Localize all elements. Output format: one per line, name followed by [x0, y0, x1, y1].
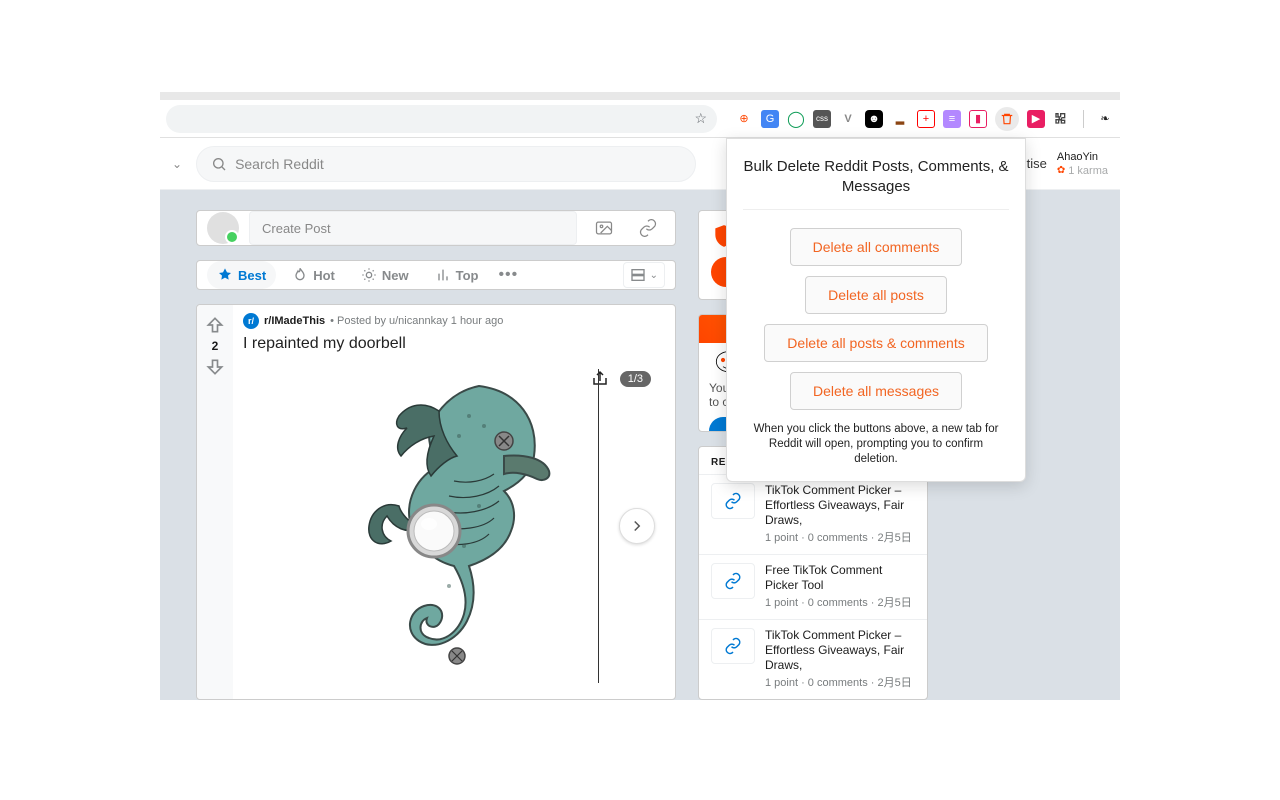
link-post-icon[interactable] [631, 211, 665, 245]
recent-stats: 1 point · 0 comments · 2月5日 [765, 596, 915, 611]
view-mode-toggle[interactable]: ⌄ [623, 262, 665, 288]
user-menu[interactable]: AhaoYin ✿ 1 karma [1057, 150, 1108, 178]
recent-stats: 1 point · 0 comments · 2月5日 [765, 676, 915, 691]
ext-icon-6[interactable]: ☻ [865, 110, 883, 128]
sun-icon [361, 267, 377, 283]
recent-stats: 1 point · 0 comments · 2月5日 [765, 531, 915, 546]
user-karma: 1 karma [1068, 164, 1108, 178]
post-title[interactable]: I repainted my doorbell [243, 335, 665, 353]
chevron-down-icon: ⌄ [650, 270, 658, 281]
user-name: AhaoYin [1057, 150, 1108, 164]
feed-column: Create Post Best Hot [196, 210, 676, 700]
karma-icon: ✿ [1057, 164, 1065, 178]
ext-icon-3[interactable]: ◯ [787, 110, 805, 128]
downvote-icon[interactable] [205, 357, 225, 377]
vote-count: 2 [212, 339, 219, 353]
create-post-bar: Create Post [196, 210, 676, 246]
ext-icon-4[interactable]: css [813, 110, 831, 128]
ext-icon-10[interactable]: ▮ [969, 110, 987, 128]
sort-label: Top [456, 268, 479, 283]
extension-icons-row: ⊕ G ◯ css V ☻ ▂ + ≡ ▮ ▶ ❧ [735, 107, 1114, 131]
url-bar[interactable]: ☆ [166, 105, 717, 133]
upvote-icon[interactable] [205, 315, 225, 335]
sort-top[interactable]: Top [425, 261, 489, 289]
sort-bar: Best Hot New Top ••• ⌄ [196, 260, 676, 290]
create-post-input[interactable]: Create Post [249, 211, 577, 245]
search-placeholder: Search Reddit [235, 156, 324, 172]
ext-icon-2[interactable]: G [761, 110, 779, 128]
browser-tab-strip [160, 92, 1120, 100]
recent-item[interactable]: TikTok Comment Picker – Effortless Givea… [699, 619, 927, 699]
community-dropdown-chevron-icon[interactable]: ⌄ [172, 157, 182, 171]
post-image-content [339, 366, 569, 686]
post-byline: • Posted by u/nicannkay 1 hour ago [330, 315, 503, 327]
delete-all-posts-comments-button[interactable]: Delete all posts & comments [764, 324, 987, 362]
image-divider [598, 369, 599, 683]
recent-item[interactable]: Free TikTok Comment Picker Tool 1 point … [699, 554, 927, 619]
search-icon [211, 156, 227, 172]
next-image-button[interactable] [619, 508, 655, 544]
more-sort-icon[interactable]: ••• [498, 266, 518, 284]
image-post-icon[interactable] [587, 211, 621, 245]
sort-label: Best [238, 268, 266, 283]
extension-title: Bulk Delete Reddit Posts, Comments, & Me… [743, 157, 1009, 210]
post-meta: r/ r/IMadeThis • Posted by u/nicannkay 1… [243, 313, 665, 329]
create-post-placeholder: Create Post [262, 221, 331, 236]
recent-title: TikTok Comment Picker – Effortless Givea… [765, 628, 915, 673]
ext-icon-7[interactable]: ▂ [891, 110, 909, 128]
ext-divider [1083, 110, 1084, 128]
ext-icon-8[interactable]: + [917, 110, 935, 128]
recent-item[interactable]: TikTok Comment Picker – Effortless Givea… [699, 474, 927, 554]
card-view-icon [630, 267, 646, 283]
sort-new[interactable]: New [351, 261, 419, 289]
bar-chart-icon [435, 267, 451, 283]
delete-all-messages-button[interactable]: Delete all messages [790, 372, 962, 410]
advertise-link-fragment[interactable]: tise [1027, 156, 1047, 171]
ext-icon-9[interactable]: ≡ [943, 110, 961, 128]
browser-toolbar: ☆ ⊕ G ◯ css V ☻ ▂ + ≡ ▮ ▶ ❧ [160, 100, 1120, 138]
avatar[interactable] [207, 212, 239, 244]
recent-posts-card: RECENT POSTS TikTok Comment Picker – Eff… [698, 446, 928, 700]
rocket-icon [217, 267, 233, 283]
sort-label: Hot [313, 268, 335, 283]
bookmark-star-icon[interactable]: ☆ [694, 110, 707, 127]
ext-icon-leaf[interactable]: ❧ [1096, 110, 1114, 128]
sort-hot[interactable]: Hot [282, 261, 345, 289]
flame-icon [292, 267, 308, 283]
recent-title: TikTok Comment Picker – Effortless Givea… [765, 483, 915, 528]
chevron-right-icon [628, 517, 646, 535]
link-icon [711, 628, 755, 664]
ext-icon-active-trash[interactable] [995, 107, 1019, 131]
vote-column: 2 [197, 305, 233, 699]
sort-best[interactable]: Best [207, 261, 276, 289]
extension-note: When you click the buttons above, a new … [743, 422, 1009, 467]
ext-icon-5[interactable]: V [839, 110, 857, 128]
post-image-gallery[interactable]: 1/3 [243, 361, 665, 691]
image-counter: 1/3 [620, 371, 651, 387]
ext-icon-11[interactable]: ▶ [1027, 110, 1045, 128]
link-icon [711, 483, 755, 519]
recent-title: Free TikTok Comment Picker Tool [765, 563, 915, 593]
link-icon [711, 563, 755, 599]
ext-icon-1[interactable]: ⊕ [735, 110, 753, 128]
share-icon[interactable] [591, 369, 609, 387]
ext-icon-puzzle[interactable] [1053, 110, 1071, 128]
extension-popup: Bulk Delete Reddit Posts, Comments, & Me… [726, 138, 1026, 482]
delete-all-comments-button[interactable]: Delete all comments [790, 228, 963, 266]
search-input[interactable]: Search Reddit [196, 146, 696, 182]
subreddit-name[interactable]: r/IMadeThis [264, 315, 325, 327]
post-card: 2 r/ r/IMadeThis • Posted by u/nicannkay… [196, 304, 676, 700]
subreddit-icon[interactable]: r/ [243, 313, 259, 329]
sort-label: New [382, 268, 409, 283]
delete-all-posts-button[interactable]: Delete all posts [805, 276, 947, 314]
